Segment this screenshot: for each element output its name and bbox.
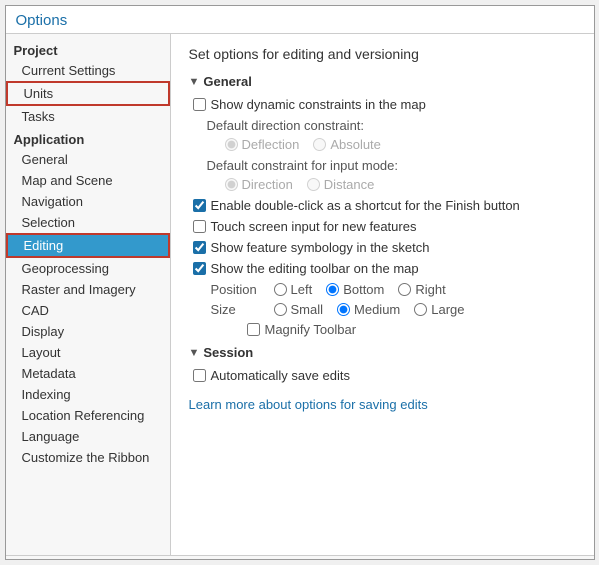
size-row: Size Small Medium Large: [189, 302, 576, 317]
position-left-label[interactable]: Left: [274, 282, 313, 297]
deflection-radio-label[interactable]: Deflection: [225, 137, 300, 152]
dialog-footer: [6, 555, 594, 559]
input-mode-radio-group: Direction Distance: [189, 177, 576, 192]
sidebar-item-raster-and-imagery[interactable]: Raster and Imagery: [6, 279, 170, 300]
enable-double-click-checkbox[interactable]: [193, 199, 206, 212]
position-right-label[interactable]: Right: [398, 282, 445, 297]
sidebar-item-layout[interactable]: Layout: [6, 342, 170, 363]
size-small-label[interactable]: Small: [274, 302, 324, 317]
direction-mode-radio-label[interactable]: Direction: [225, 177, 293, 192]
general-section-header[interactable]: ▼ General: [189, 74, 576, 89]
learn-more-link[interactable]: Learn more about options for saving edit…: [189, 397, 428, 412]
distance-radio[interactable]: [307, 178, 320, 191]
sidebar-item-location-referencing[interactable]: Location Referencing: [6, 405, 170, 426]
sidebar-item-display[interactable]: Display: [6, 321, 170, 342]
dialog-titlebar: Options: [6, 6, 594, 34]
show-dynamic-constraints-label[interactable]: Show dynamic constraints in the map: [211, 97, 426, 112]
position-left-text: Left: [291, 282, 313, 297]
sidebar-group-project: Project: [6, 38, 170, 60]
show-feature-symbology-checkbox[interactable]: [193, 241, 206, 254]
position-options: Left Bottom Right: [274, 282, 446, 297]
sidebar-item-cad[interactable]: CAD: [6, 300, 170, 321]
size-small-text: Small: [291, 302, 324, 317]
dialog-body: Project Current Settings Units Tasks App…: [6, 34, 594, 555]
session-section-label: Session: [203, 345, 253, 360]
sidebar-item-navigation[interactable]: Navigation: [6, 191, 170, 212]
default-direction-label: Default direction constraint:: [189, 118, 576, 133]
sidebar-item-metadata[interactable]: Metadata: [6, 363, 170, 384]
auto-save-row: Automatically save edits: [189, 368, 576, 383]
auto-save-checkbox[interactable]: [193, 369, 206, 382]
general-collapse-arrow: ▼: [189, 76, 200, 88]
size-options: Small Medium Large: [274, 302, 465, 317]
position-row: Position Left Bottom Right: [189, 282, 576, 297]
touch-screen-checkbox[interactable]: [193, 220, 206, 233]
position-right-radio[interactable]: [398, 283, 411, 296]
show-feature-symbology-row: Show feature symbology in the sketch: [189, 240, 576, 255]
size-label: Size: [211, 302, 266, 317]
magnify-toolbar-label[interactable]: Magnify Toolbar: [265, 322, 357, 337]
size-large-label[interactable]: Large: [414, 302, 464, 317]
distance-label: Distance: [324, 177, 375, 192]
absolute-radio-label[interactable]: Absolute: [313, 137, 381, 152]
size-small-radio[interactable]: [274, 303, 287, 316]
sidebar-item-editing[interactable]: Editing: [6, 233, 170, 258]
session-collapse-arrow: ▼: [189, 347, 200, 359]
touch-screen-row: Touch screen input for new features: [189, 219, 576, 234]
enable-double-click-row: Enable double-click as a shortcut for th…: [189, 198, 576, 213]
size-medium-label[interactable]: Medium: [337, 302, 400, 317]
magnify-toolbar-checkbox[interactable]: [247, 323, 260, 336]
position-bottom-radio[interactable]: [326, 283, 339, 296]
sidebar-item-indexing[interactable]: Indexing: [6, 384, 170, 405]
absolute-radio[interactable]: [313, 138, 326, 151]
size-large-text: Large: [431, 302, 464, 317]
general-section-label: General: [203, 74, 251, 89]
direction-mode-radio[interactable]: [225, 178, 238, 191]
deflection-radio[interactable]: [225, 138, 238, 151]
sidebar-item-selection[interactable]: Selection: [6, 212, 170, 233]
show-editing-toolbar-label[interactable]: Show the editing toolbar on the map: [211, 261, 419, 276]
sidebar-item-geoprocessing[interactable]: Geoprocessing: [6, 258, 170, 279]
sidebar-group-application: Application: [6, 127, 170, 149]
sidebar-item-general[interactable]: General: [6, 149, 170, 170]
sidebar: Project Current Settings Units Tasks App…: [6, 34, 171, 555]
direction-mode-label: Direction: [242, 177, 293, 192]
absolute-label: Absolute: [330, 137, 381, 152]
position-left-radio[interactable]: [274, 283, 287, 296]
size-medium-radio[interactable]: [337, 303, 350, 316]
sidebar-item-language[interactable]: Language: [6, 426, 170, 447]
default-input-label: Default constraint for input mode:: [189, 158, 576, 173]
enable-double-click-label[interactable]: Enable double-click as a shortcut for th…: [211, 198, 520, 213]
sidebar-item-customize-ribbon[interactable]: Customize the Ribbon: [6, 447, 170, 468]
size-large-radio[interactable]: [414, 303, 427, 316]
content-panel: Set options for editing and versioning ▼…: [171, 34, 594, 555]
dialog-title: Options: [16, 12, 584, 29]
show-dynamic-constraints-checkbox[interactable]: [193, 98, 206, 111]
show-editing-toolbar-checkbox[interactable]: [193, 262, 206, 275]
options-dialog: Options Project Current Settings Units T…: [5, 5, 595, 560]
position-label: Position: [211, 282, 266, 297]
auto-save-label[interactable]: Automatically save edits: [211, 368, 350, 383]
direction-radio-group: Deflection Absolute: [189, 137, 576, 152]
sidebar-item-tasks[interactable]: Tasks: [6, 106, 170, 127]
size-medium-text: Medium: [354, 302, 400, 317]
magnify-toolbar-row: Magnify Toolbar: [189, 322, 576, 337]
session-section-header[interactable]: ▼ Session: [189, 345, 576, 360]
show-editing-toolbar-row: Show the editing toolbar on the map: [189, 261, 576, 276]
position-bottom-label[interactable]: Bottom: [326, 282, 384, 297]
show-dynamic-constraints-row: Show dynamic constraints in the map: [189, 97, 576, 112]
distance-radio-label[interactable]: Distance: [307, 177, 375, 192]
sidebar-item-current-settings[interactable]: Current Settings: [6, 60, 170, 81]
touch-screen-label[interactable]: Touch screen input for new features: [211, 219, 417, 234]
position-right-text: Right: [415, 282, 445, 297]
content-title: Set options for editing and versioning: [189, 46, 576, 62]
sidebar-item-units[interactable]: Units: [6, 81, 170, 106]
show-feature-symbology-label[interactable]: Show feature symbology in the sketch: [211, 240, 430, 255]
position-bottom-text: Bottom: [343, 282, 384, 297]
deflection-label: Deflection: [242, 137, 300, 152]
sidebar-item-map-and-scene[interactable]: Map and Scene: [6, 170, 170, 191]
